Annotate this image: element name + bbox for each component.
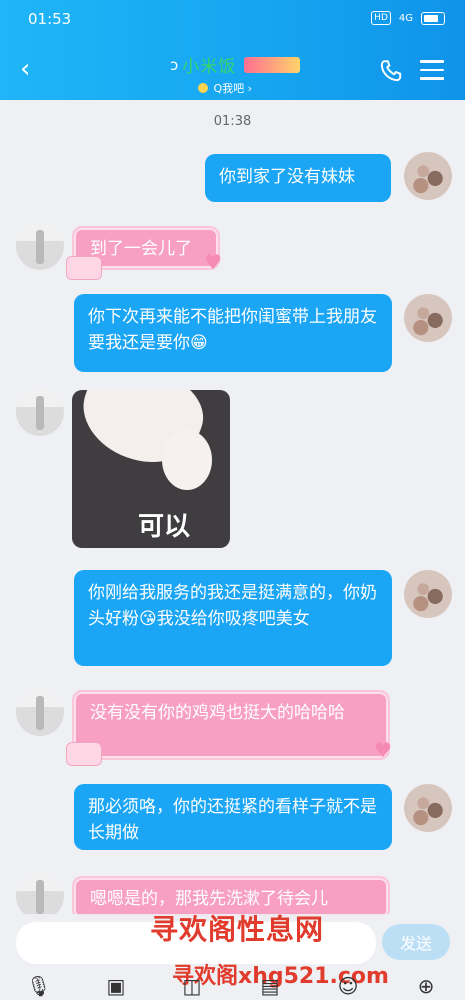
contact-avatar[interactable] <box>16 388 64 436</box>
mic-icon[interactable]: 🎙 <box>26 974 51 998</box>
watermark-title: 寻欢阁性息网 <box>150 913 325 946</box>
emoji-icon[interactable]: ☺ <box>336 974 360 998</box>
bubble-decoration-icon <box>66 742 102 766</box>
plus-icon[interactable]: ⊕ <box>414 974 438 998</box>
chat-subtitle: Q我吧 › <box>213 82 253 95</box>
hd-badge: HD <box>371 11 391 25</box>
self-avatar[interactable] <box>404 294 452 342</box>
send-button[interactable]: 发送 <box>382 924 450 960</box>
chat-title: 小米饭 <box>182 57 237 77</box>
status-time: 01:53 <box>28 10 72 28</box>
message-bubble-incoming[interactable]: 没有没有你的鸡鸡也挺大的哈哈哈 <box>72 690 390 760</box>
network-indicator: 4G <box>398 12 413 24</box>
chat-toolbar: 🎙 ▣ ◫ ▤ ☺ ⊕ <box>0 970 465 1000</box>
top-bar: 01:53 HD 4G ‹ ↄ 小米饭 Q我吧 › <box>0 0 465 100</box>
cat-sticker-image[interactable]: 可以 <box>72 390 230 548</box>
self-avatar[interactable] <box>404 570 452 618</box>
camera-icon[interactable]: ◫ <box>180 974 204 998</box>
image-icon[interactable]: ▣ <box>104 974 128 998</box>
message-bubble-outgoing[interactable]: 你到家了没有妹妹 <box>205 154 391 202</box>
bubble-decoration-icon <box>66 256 102 280</box>
heart-decoration-icon: ♥ <box>204 250 222 274</box>
phone-icon[interactable] <box>378 58 404 84</box>
message-timestamp: 01:38 <box>213 114 252 129</box>
contact-avatar[interactable] <box>16 222 64 270</box>
message-bubble-outgoing[interactable]: 你刚给我服务的我还是挺满意的，你奶头好粉😘我没给你吸疼吧美女 <box>74 570 392 666</box>
ear-icon: ↄ <box>170 55 179 74</box>
heart-decoration-icon: ♥ <box>374 738 392 762</box>
self-avatar[interactable] <box>404 152 452 200</box>
back-button[interactable]: ‹ <box>20 56 30 82</box>
message-bubble-outgoing[interactable]: 那必须咯，你的还挺紧的看样子就不是长期做 <box>74 784 392 850</box>
self-avatar[interactable] <box>404 784 452 832</box>
contact-avatar[interactable] <box>16 872 64 920</box>
contact-avatar[interactable] <box>16 688 64 736</box>
battery-icon <box>421 11 445 25</box>
status-dot-icon <box>198 83 208 93</box>
message-bubble-outgoing[interactable]: 你下次再来能不能把你闺蜜带上我朋友要我还是要你😁 <box>74 294 392 372</box>
menu-icon[interactable] <box>420 60 444 80</box>
vip-badge-icon <box>244 56 301 73</box>
redpacket-icon[interactable]: ▤ <box>258 974 282 998</box>
sticker-caption: 可以 <box>138 512 191 542</box>
chat-title-block[interactable]: ↄ 小米饭 Q我吧 › <box>170 52 340 96</box>
status-bar: 01:53 HD 4G <box>28 10 445 30</box>
